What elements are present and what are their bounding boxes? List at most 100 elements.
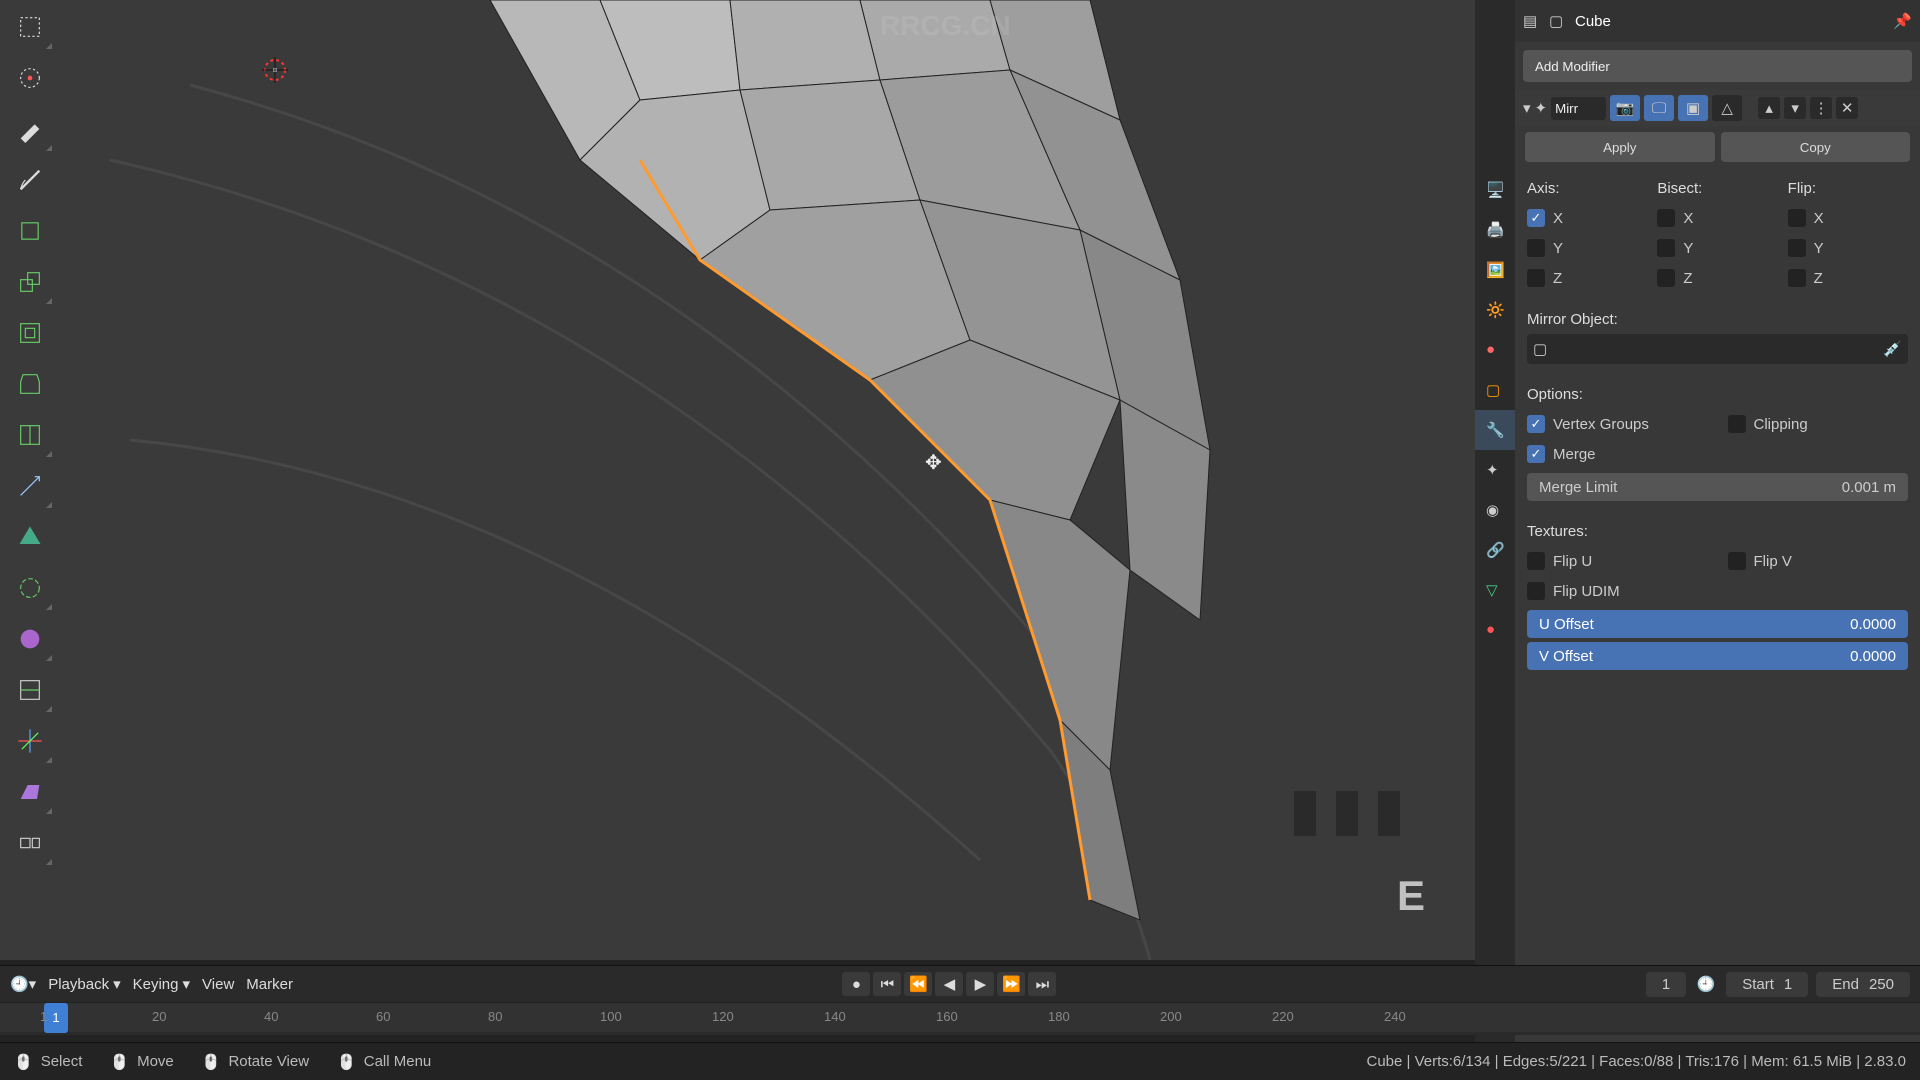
knife-tool[interactable]	[6, 462, 54, 510]
tick: 140	[824, 1003, 846, 1024]
end-frame-field[interactable]: End250	[1816, 972, 1910, 997]
tab-material[interactable]: ●	[1475, 610, 1515, 650]
show-cage-toggle[interactable]: △	[1712, 95, 1742, 121]
axis-x-checkbox[interactable]: X	[1527, 203, 1647, 233]
flip-x-checkbox[interactable]: X	[1788, 203, 1908, 233]
merge-limit-field[interactable]: Merge Limit 0.001 m	[1527, 473, 1908, 501]
smooth-tool[interactable]	[6, 615, 54, 663]
tab-world[interactable]: ●	[1475, 330, 1515, 370]
tab-output[interactable]: 🖨️	[1475, 210, 1515, 250]
textures-label: Textures:	[1527, 523, 1908, 540]
tab-mesh[interactable]: ▽	[1475, 570, 1515, 610]
timeline-ruler[interactable]: 1 120406080100120140160180200220240	[0, 1002, 1920, 1032]
status-menu-label: Call Menu	[364, 1053, 432, 1070]
add-modifier-button[interactable]: Add Modifier	[1523, 50, 1912, 82]
start-value: 1	[1784, 976, 1792, 993]
extrude-tool[interactable]	[6, 258, 54, 306]
move-down-button[interactable]: ▾	[1784, 97, 1806, 119]
spin-tool[interactable]	[6, 564, 54, 612]
preview-range-icon[interactable]: 🕘	[1694, 972, 1718, 997]
show-viewport-toggle[interactable]: 🖵	[1644, 95, 1674, 121]
flip-y-checkbox[interactable]: Y	[1788, 233, 1908, 263]
tab-particles[interactable]: ✦	[1475, 450, 1515, 490]
v-offset-field[interactable]: V Offset 0.0000	[1527, 642, 1908, 670]
poly-build-tool[interactable]	[6, 513, 54, 561]
bisect-y-checkbox[interactable]: Y	[1657, 233, 1777, 263]
loop-cut-tool[interactable]	[6, 411, 54, 459]
start-frame-field[interactable]: Start1	[1726, 972, 1808, 997]
mouse-right-icon: 🖱️	[337, 1053, 356, 1071]
measure-tool[interactable]	[6, 156, 54, 204]
add-cube-tool[interactable]	[6, 207, 54, 255]
cursor-tool[interactable]	[6, 54, 54, 102]
editor-type-icon[interactable]: ▤	[1523, 12, 1541, 30]
axis-z-checkbox[interactable]: Z	[1527, 263, 1647, 293]
play-reverse-button[interactable]: ◀	[935, 972, 963, 996]
tab-render[interactable]: 🖥️	[1475, 170, 1515, 210]
flip-v-checkbox[interactable]: Flip V	[1728, 546, 1909, 576]
tab-modifier[interactable]: 🔧	[1475, 410, 1515, 450]
axis-y-checkbox[interactable]: Y	[1527, 233, 1647, 263]
expand-toggle-icon[interactable]: ▾	[1523, 99, 1531, 117]
bisect-x-label: X	[1683, 210, 1693, 227]
move-up-button[interactable]: ▴	[1758, 97, 1780, 119]
vertex-groups-label: Vertex Groups	[1553, 416, 1649, 433]
annotate-tool[interactable]	[6, 105, 54, 153]
playback-menu[interactable]: Playback ▾	[48, 975, 120, 993]
inset-tool[interactable]	[6, 309, 54, 357]
status-move: 🖱️Move	[110, 1053, 173, 1071]
modifier-name-input[interactable]	[1551, 97, 1606, 120]
bevel-tool[interactable]	[6, 360, 54, 408]
transform-tool[interactable]	[6, 717, 54, 765]
flip-u-label: Flip U	[1553, 553, 1592, 570]
copy-button[interactable]: Copy	[1721, 132, 1911, 162]
mouse-left-icon: 🖱️	[14, 1053, 33, 1071]
tab-view-layer[interactable]: 🖼️	[1475, 250, 1515, 290]
u-offset-label: U Offset	[1539, 616, 1594, 633]
tab-constraints[interactable]: 🔗	[1475, 530, 1515, 570]
u-offset-field[interactable]: U Offset 0.0000	[1527, 610, 1908, 638]
merge-checkbox[interactable]: Merge	[1527, 439, 1708, 469]
pin-icon[interactable]: 📌	[1893, 12, 1912, 30]
transport-controls: ● ⏮ ⏪ ◀ ▶ ⏩ ⏭	[842, 972, 1056, 996]
keying-menu[interactable]: Keying ▾	[133, 975, 190, 993]
eyedropper-icon[interactable]: 💉	[1883, 340, 1902, 358]
shear-tool[interactable]	[6, 768, 54, 816]
delete-modifier-button[interactable]: ✕	[1836, 97, 1858, 119]
keyframe-next-button[interactable]: ⏩	[997, 972, 1025, 996]
rip-tool[interactable]	[6, 819, 54, 867]
auto-key-button[interactable]: ●	[842, 972, 870, 996]
mirror-object-field[interactable]: ▢ 💉	[1527, 334, 1908, 364]
v-offset-value: 0.0000	[1850, 648, 1896, 665]
keyframe-prev-button[interactable]: ⏪	[904, 972, 932, 996]
apply-button[interactable]: Apply	[1525, 132, 1715, 162]
flip-udim-checkbox[interactable]: Flip UDIM	[1527, 576, 1708, 606]
edge-slide-tool[interactable]	[6, 666, 54, 714]
flip-udim-label: Flip UDIM	[1553, 583, 1620, 600]
flip-u-checkbox[interactable]: Flip U	[1527, 546, 1708, 576]
vertex-groups-checkbox[interactable]: Vertex Groups	[1527, 409, 1708, 439]
jump-start-button[interactable]: ⏮	[873, 972, 901, 996]
jump-end-button[interactable]: ⏭	[1028, 972, 1056, 996]
merge-limit-label: Merge Limit	[1539, 479, 1617, 496]
show-render-toggle[interactable]: 📷	[1610, 95, 1640, 121]
marker-menu[interactable]: Marker	[246, 976, 293, 993]
view-menu[interactable]: View	[202, 976, 234, 993]
bisect-x-checkbox[interactable]: X	[1657, 203, 1777, 233]
timeline-editor-type-icon[interactable]: 🕘▾	[10, 975, 36, 993]
clipping-checkbox[interactable]: Clipping	[1728, 409, 1909, 439]
play-button[interactable]: ▶	[966, 972, 994, 996]
viewport-3d[interactable]: ✥ E RRCG.CN	[0, 0, 1475, 960]
current-frame-field[interactable]: 1	[1646, 972, 1686, 997]
tab-scene[interactable]: 🔆	[1475, 290, 1515, 330]
playhead[interactable]: 1	[44, 1003, 68, 1033]
flip-z-checkbox[interactable]: Z	[1788, 263, 1908, 293]
move-cursor-icon: ✥	[925, 450, 942, 475]
tab-object[interactable]: ▢	[1475, 370, 1515, 410]
modifier-menu-button[interactable]: ⋮	[1810, 97, 1832, 119]
show-editmode-toggle[interactable]: ▣	[1678, 95, 1708, 121]
tab-physics[interactable]: ◉	[1475, 490, 1515, 530]
bisect-z-checkbox[interactable]: Z	[1657, 263, 1777, 293]
select-box-tool[interactable]	[6, 3, 54, 51]
status-rotate: 🖱️Rotate View	[202, 1053, 309, 1071]
